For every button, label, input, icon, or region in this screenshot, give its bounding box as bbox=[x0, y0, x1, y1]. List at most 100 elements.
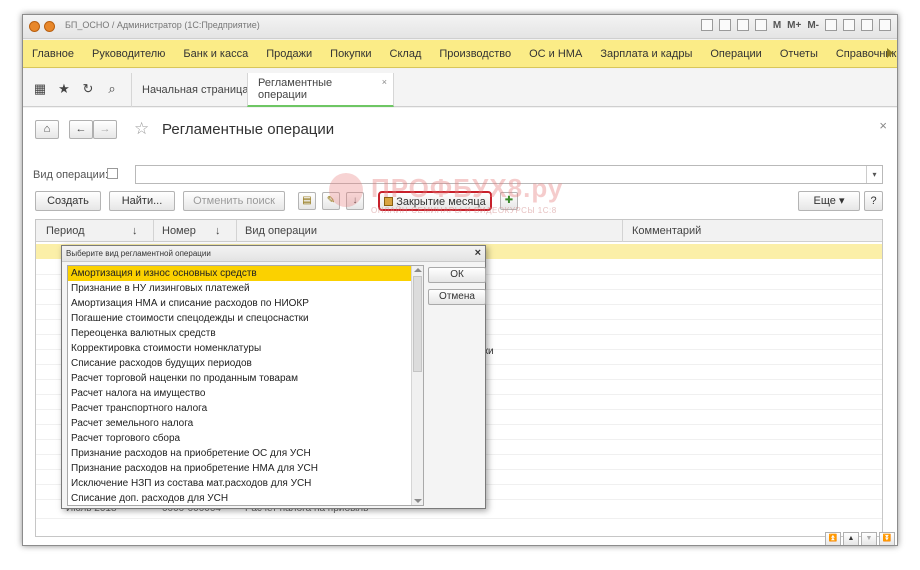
section-payroll[interactable]: Зарплата и кадры bbox=[591, 48, 701, 60]
nav-up-icon[interactable]: ▲ bbox=[843, 532, 859, 545]
more-button[interactable]: Еще ▾ bbox=[798, 191, 860, 211]
list-item[interactable]: Расчет торговой наценки по проданным тов… bbox=[68, 371, 411, 386]
maximize-icon[interactable] bbox=[861, 19, 873, 31]
more-label: Еще bbox=[813, 195, 836, 207]
tabs-bar: ▦ ★ ↻ ⌕ Начальная страница Регламентные … bbox=[23, 69, 897, 107]
cancel-search-button[interactable]: Отменить поиск bbox=[183, 191, 285, 211]
dialog-title: Выберите вид регламентной операции bbox=[66, 249, 211, 258]
operation-list[interactable]: Амортизация и износ основных средств При… bbox=[67, 265, 424, 506]
column-number[interactable]: Номер bbox=[162, 225, 196, 237]
nav-down-icon[interactable]: ▼ bbox=[861, 532, 877, 545]
form-close-icon[interactable]: × bbox=[879, 118, 887, 133]
favorites-icon[interactable] bbox=[718, 19, 731, 31]
table-navigation: ⏫ ▲ ▼ ⏬ bbox=[825, 532, 895, 545]
column-comment[interactable]: Комментарий bbox=[632, 225, 701, 237]
list-item[interactable]: Признание расходов на приобретение НМА д… bbox=[68, 461, 411, 476]
scroll-down-icon[interactable] bbox=[414, 499, 422, 503]
list-item[interactable]: Расчет торгового сбора bbox=[68, 431, 411, 446]
section-production[interactable]: Производство bbox=[430, 48, 520, 60]
operation-type-checkbox[interactable] bbox=[107, 168, 118, 179]
column-separator bbox=[236, 220, 237, 242]
list-item[interactable]: Признание в НУ лизинговых платежей bbox=[68, 281, 411, 296]
add-to-favorites-icon[interactable]: ☆ bbox=[134, 119, 149, 139]
sections-scroll-right-icon[interactable] bbox=[887, 48, 893, 58]
tab-home[interactable]: Начальная страница bbox=[131, 73, 258, 107]
more-chevron-icon: ▾ bbox=[838, 195, 845, 207]
list-item[interactable]: Списание доп. расходов для УСН bbox=[68, 491, 411, 505]
section-sales[interactable]: Продажи bbox=[257, 48, 321, 60]
print-document-icon[interactable]: ▤ bbox=[298, 192, 316, 210]
forward-button[interactable]: → bbox=[93, 120, 117, 139]
back-button[interactable]: ← bbox=[69, 120, 93, 139]
back-arrow-icon: ← bbox=[75, 123, 87, 135]
forward-arrow-icon: → bbox=[99, 123, 111, 135]
grid-menu-icon[interactable]: ▦ bbox=[33, 82, 47, 96]
minimize-icon[interactable] bbox=[843, 19, 855, 31]
section-operations[interactable]: Операции bbox=[701, 48, 770, 60]
watermark-text: ПРОФБУХ8.ру bbox=[371, 173, 564, 203]
title-bar: БП_ОСНО / Администратор (1С:Предприятие)… bbox=[23, 15, 897, 39]
select-operation-dialog: Выберите вид регламентной операции × Амо… bbox=[61, 245, 486, 509]
tab-regulatory-operations[interactable]: Регламентные операции × bbox=[247, 73, 394, 107]
calendar-icon[interactable] bbox=[736, 19, 749, 31]
create-button[interactable]: Создать bbox=[35, 191, 101, 211]
history-icon[interactable] bbox=[700, 19, 713, 31]
home-button[interactable]: ⌂ bbox=[35, 120, 59, 139]
list-item[interactable]: Расчет земельного налога bbox=[68, 416, 411, 431]
section-management[interactable]: Руководителю bbox=[83, 48, 174, 60]
column-operation-type[interactable]: Вид операции bbox=[245, 225, 317, 237]
sort-arrow-icon[interactable]: ↓ bbox=[215, 225, 221, 237]
close-window-icon[interactable] bbox=[879, 19, 891, 31]
list-item[interactable]: Списание расходов будущих периодов bbox=[68, 356, 411, 371]
sections-bar: Главное Руководителю Банк и касса Продаж… bbox=[23, 40, 897, 68]
find-button[interactable]: Найти... bbox=[109, 191, 175, 211]
sort-arrow-icon[interactable]: ↓ bbox=[132, 225, 138, 237]
help-button[interactable]: ? bbox=[864, 191, 883, 211]
column-separator bbox=[153, 220, 154, 242]
section-main[interactable]: Главное bbox=[23, 48, 83, 60]
ok-button[interactable]: ОК bbox=[428, 267, 486, 283]
list-item[interactable]: Переоценка валютных средств bbox=[68, 326, 411, 341]
column-period[interactable]: Период bbox=[46, 225, 85, 237]
tab-active-label: Регламентные операции bbox=[258, 77, 333, 101]
list-item[interactable]: Корректировка стоимости номенклатуры bbox=[68, 341, 411, 356]
memory-button-m[interactable]: M bbox=[773, 20, 781, 31]
info-icon[interactable] bbox=[825, 19, 837, 31]
table-row-line bbox=[36, 518, 882, 519]
scroll-thumb[interactable] bbox=[413, 276, 422, 372]
memory-button-mplus[interactable]: M+ bbox=[787, 20, 801, 31]
list-item[interactable]: Амортизация и износ основных средств bbox=[68, 266, 411, 281]
section-warehouse[interactable]: Склад bbox=[381, 48, 431, 60]
list-item[interactable]: Расчет налога на имущество bbox=[68, 386, 411, 401]
menu-icon[interactable] bbox=[44, 21, 55, 32]
list-item[interactable]: Признание расходов на приобретение ОС дл… bbox=[68, 446, 411, 461]
search-icon[interactable]: ⌕ bbox=[105, 82, 119, 96]
favorites-star-icon[interactable]: ★ bbox=[57, 82, 71, 96]
list-scrollbar[interactable] bbox=[411, 266, 423, 505]
list-item[interactable]: Погашение стоимости спецодежды и спецосн… bbox=[68, 311, 411, 326]
home-icon: ⌂ bbox=[43, 123, 51, 135]
cancel-button[interactable]: Отмена bbox=[428, 289, 486, 305]
section-bank-cash[interactable]: Банк и касса bbox=[174, 48, 257, 60]
list-item[interactable]: Амортизация НМА и списание расходов по Н… bbox=[68, 296, 411, 311]
chevron-down-icon[interactable]: ▾ bbox=[866, 166, 882, 183]
tab-close-icon[interactable]: × bbox=[382, 77, 387, 87]
tab-home-label: Начальная страница bbox=[142, 84, 249, 96]
column-separator bbox=[622, 220, 623, 242]
watermark-logo-icon bbox=[329, 173, 363, 207]
scroll-up-icon[interactable] bbox=[414, 268, 422, 272]
list-item[interactable]: Исключение НЗП из состава мат.расходов д… bbox=[68, 476, 411, 491]
history-clock-icon[interactable]: ↻ bbox=[81, 82, 95, 96]
dialog-close-icon[interactable]: × bbox=[475, 247, 481, 259]
section-reports[interactable]: Отчеты bbox=[771, 48, 827, 60]
list-item[interactable]: Расчет транспортного налога bbox=[68, 401, 411, 416]
watermark-subtitle: ОНЛАЙН-СЕМИНАРЫ И ВИДЕОКУРСЫ 1С:8 bbox=[371, 206, 557, 215]
calculator-icon[interactable] bbox=[754, 19, 767, 31]
nav-first-icon[interactable]: ⏫ bbox=[825, 532, 841, 545]
section-purchases[interactable]: Покупки bbox=[321, 48, 380, 60]
window-title: БП_ОСНО / Администратор (1С:Предприятие) bbox=[65, 20, 260, 30]
section-fixed-assets[interactable]: ОС и НМА bbox=[520, 48, 591, 60]
memory-button-mminus[interactable]: M- bbox=[807, 20, 819, 31]
nav-last-icon[interactable]: ⏬ bbox=[879, 532, 895, 545]
operation-type-label: Вид операции: bbox=[33, 169, 109, 181]
